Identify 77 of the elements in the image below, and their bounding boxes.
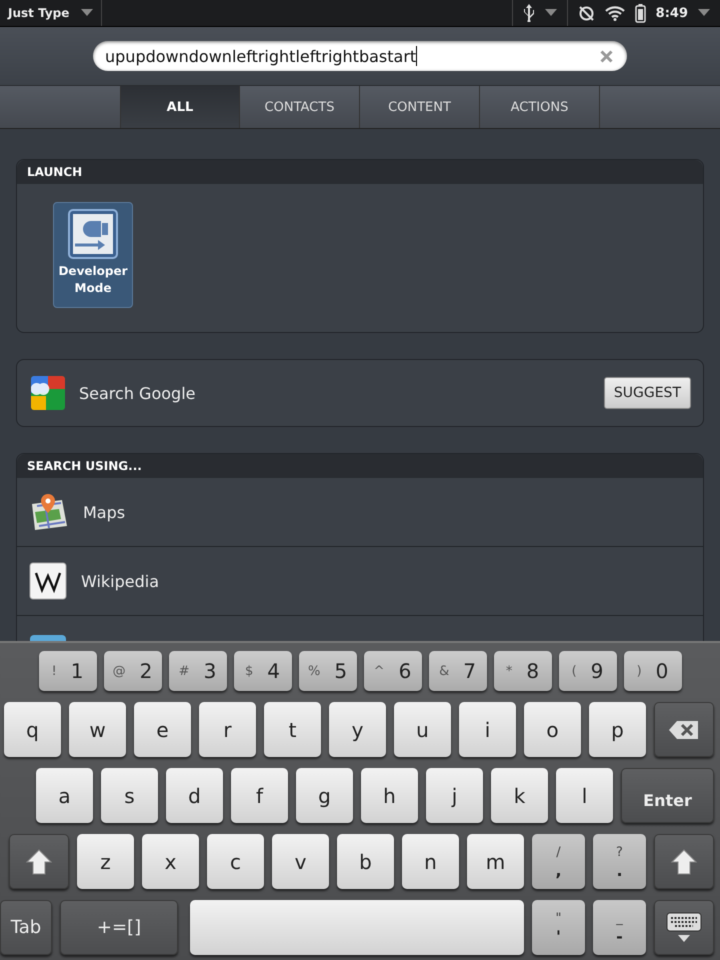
clear-icon[interactable] bbox=[600, 50, 613, 62]
key[interactable]: u bbox=[394, 702, 451, 757]
key[interactable]: ! 1 bbox=[38, 651, 96, 691]
key[interactable]: y bbox=[329, 702, 386, 757]
plug-icon bbox=[68, 209, 118, 259]
key[interactable]: v bbox=[272, 834, 329, 889]
up-arrow-icon bbox=[26, 848, 52, 874]
key[interactable]: * 8 bbox=[494, 651, 552, 691]
caret-icon bbox=[81, 9, 94, 17]
key[interactable]: j bbox=[426, 768, 483, 823]
key[interactable]: l bbox=[556, 768, 613, 823]
search-field[interactable]: upupdowndownleftrightleftrightbastart bbox=[93, 41, 627, 71]
key[interactable]: q bbox=[4, 702, 61, 757]
key[interactable]: f bbox=[231, 768, 288, 823]
search-provider-row[interactable]: Wikipedia bbox=[17, 547, 703, 616]
key[interactable]: @ 2 bbox=[104, 651, 162, 691]
battery-icon bbox=[634, 4, 646, 22]
enter-key[interactable]: Enter bbox=[621, 768, 714, 823]
key[interactable]: ) 0 bbox=[624, 651, 682, 691]
symbols-key[interactable]: +=[] bbox=[60, 900, 178, 955]
key[interactable]: p bbox=[589, 702, 646, 757]
key[interactable]: e bbox=[134, 702, 191, 757]
key[interactable]: " ' bbox=[532, 900, 585, 955]
wikipedia-icon bbox=[29, 562, 67, 600]
key[interactable]: x bbox=[142, 834, 199, 889]
wifi-icon bbox=[604, 5, 625, 21]
caret-icon bbox=[698, 9, 710, 17]
key[interactable]: $ 4 bbox=[234, 651, 292, 691]
hide-keyboard-key[interactable] bbox=[654, 900, 714, 955]
key[interactable]: ^ 6 bbox=[364, 651, 422, 691]
key[interactable]: n bbox=[402, 834, 459, 889]
tab[interactable]: CONTENT bbox=[360, 86, 480, 128]
section-header: LAUNCH bbox=[17, 160, 703, 184]
section-header: SEARCH USING... bbox=[17, 454, 703, 478]
key[interactable]: a bbox=[36, 768, 93, 823]
key[interactable]: # 3 bbox=[168, 651, 226, 691]
key[interactable]: s bbox=[101, 768, 158, 823]
tab[interactable]: ACTIONS bbox=[480, 86, 600, 128]
key[interactable]: m bbox=[467, 834, 524, 889]
key[interactable]: d bbox=[166, 768, 223, 823]
key[interactable]: c bbox=[207, 834, 264, 889]
key[interactable]: / , bbox=[532, 834, 585, 889]
sync-off-icon bbox=[578, 4, 595, 22]
search-provider-row[interactable]: Maps bbox=[17, 478, 703, 547]
up-arrow-icon bbox=[671, 848, 697, 874]
key[interactable]: ( 9 bbox=[558, 651, 616, 691]
shift-key[interactable] bbox=[9, 834, 69, 889]
app-menu[interactable]: Just Type bbox=[0, 0, 102, 26]
key[interactable]: b bbox=[337, 834, 394, 889]
shift-key[interactable] bbox=[654, 834, 714, 889]
key[interactable]: z bbox=[77, 834, 134, 889]
backspace-key[interactable] bbox=[654, 702, 714, 757]
key[interactable]: ? . bbox=[593, 834, 646, 889]
key[interactable]: o bbox=[524, 702, 581, 757]
tab-key[interactable]: Tab bbox=[0, 900, 52, 955]
key[interactable]: & 7 bbox=[428, 651, 486, 691]
usb-icon bbox=[522, 4, 535, 22]
map-icon bbox=[29, 492, 69, 532]
key[interactable]: r bbox=[199, 702, 256, 757]
app-tile[interactable]: Developer Mode bbox=[53, 202, 133, 308]
key[interactable]: t bbox=[264, 702, 321, 757]
key[interactable]: g bbox=[296, 768, 353, 823]
key[interactable]: % 5 bbox=[298, 651, 356, 691]
row-label: Search Google bbox=[79, 384, 196, 402]
tab[interactable]: CONTACTS bbox=[240, 86, 360, 128]
suggest-button[interactable]: SUGGEST bbox=[604, 377, 691, 409]
caret-icon bbox=[544, 9, 557, 17]
google-icon bbox=[31, 376, 65, 410]
key[interactable]: _ - bbox=[593, 900, 646, 955]
backspace-icon bbox=[668, 720, 700, 740]
key[interactable]: i bbox=[459, 702, 516, 757]
key[interactable]: w bbox=[69, 702, 126, 757]
tab[interactable]: ALL bbox=[120, 86, 240, 128]
keyboard-icon bbox=[666, 912, 702, 944]
clock-time: 8:49 bbox=[656, 6, 688, 20]
key[interactable]: k bbox=[491, 768, 548, 823]
key[interactable]: h bbox=[361, 768, 418, 823]
